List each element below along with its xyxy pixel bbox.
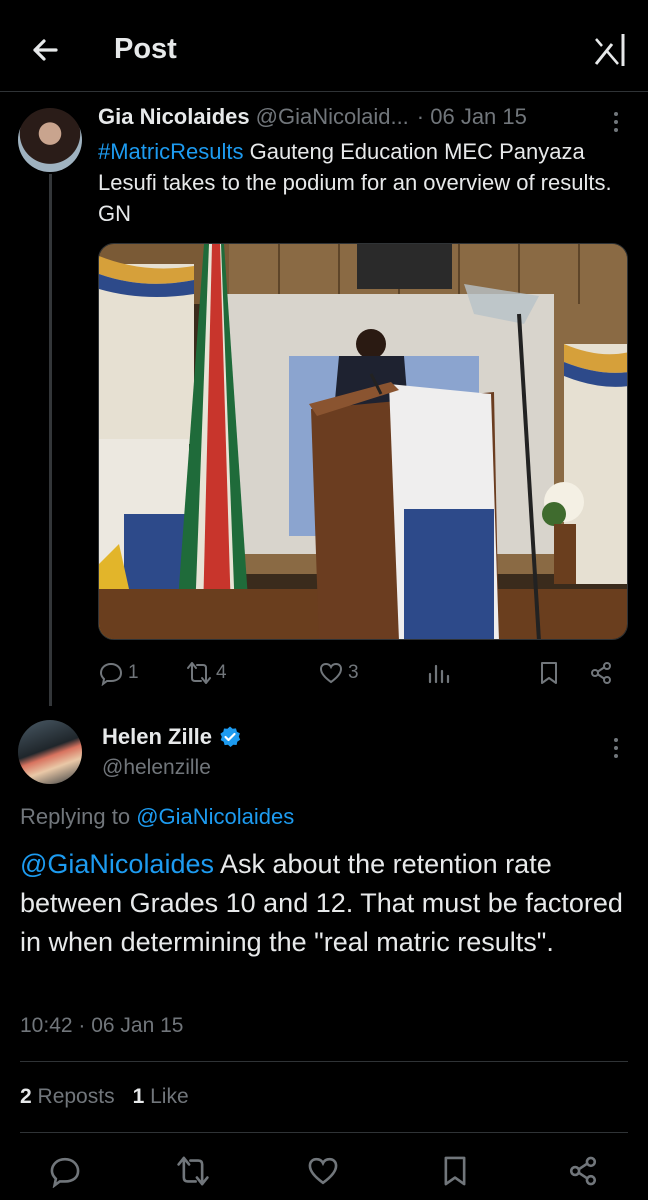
post-date: · 06 Jan 15 xyxy=(416,104,527,129)
bookmark-icon xyxy=(541,662,557,684)
post-image[interactable] xyxy=(98,243,628,640)
divider xyxy=(20,1132,628,1133)
post-header: Gia Nicolaides @GiaNicolaid... · 06 Jan … xyxy=(98,104,598,134)
podium-photo xyxy=(99,244,627,639)
share-button[interactable] xyxy=(588,656,614,690)
replying-to: Replying to @GiaNicolaides xyxy=(20,804,294,830)
reposts-label: Reposts xyxy=(37,1085,115,1108)
mention-link[interactable]: @GiaNicolaides xyxy=(20,849,214,879)
page-title: Post xyxy=(114,33,177,65)
author-handle[interactable]: @GiaNicolaid... xyxy=(256,104,409,130)
reply-count: 1 xyxy=(128,662,139,683)
avatar[interactable] xyxy=(18,720,82,784)
grok-icon[interactable] xyxy=(590,30,630,70)
bookmark-button[interactable] xyxy=(536,656,562,690)
more-options-icon[interactable] xyxy=(602,734,630,762)
post-text: @GiaNicolaides Ask about the retention r… xyxy=(20,845,630,962)
hashtag-link[interactable]: #MatricResults xyxy=(98,139,243,164)
share-icon xyxy=(591,662,611,684)
reply-icon xyxy=(99,662,123,686)
analytics-icon xyxy=(428,664,450,684)
views-button[interactable] xyxy=(426,656,452,690)
heart-icon xyxy=(319,662,343,684)
post-actions xyxy=(0,1148,648,1192)
repost-icon[interactable] xyxy=(176,1154,210,1188)
like-button[interactable]: 3 xyxy=(318,656,359,690)
bookmark-icon[interactable] xyxy=(438,1154,472,1188)
author-name-row: Helen Zille xyxy=(102,724,242,750)
author-handle[interactable]: @helenzille xyxy=(102,756,211,780)
reply-button[interactable]: 1 xyxy=(98,656,139,690)
likes-stat[interactable]: 1 Like xyxy=(133,1085,189,1108)
reposts-count: 2 xyxy=(20,1085,32,1108)
engagement-stats: 2 Reposts 1 Like xyxy=(20,1085,189,1109)
more-options-icon[interactable] xyxy=(602,108,630,136)
repost-icon xyxy=(187,662,211,684)
divider xyxy=(20,1061,628,1062)
avatar[interactable] xyxy=(18,108,82,172)
post-timestamp[interactable]: 10:42 · 06 Jan 15 xyxy=(20,1014,183,1038)
repost-count: 4 xyxy=(216,662,227,683)
likes-label: Like xyxy=(150,1085,189,1108)
top-bar: Post xyxy=(0,0,648,92)
likes-count: 1 xyxy=(132,1085,145,1108)
verified-badge-icon xyxy=(220,726,241,747)
reposts-stat[interactable]: 2 Reposts xyxy=(20,1085,115,1108)
repost-button[interactable]: 4 xyxy=(186,656,227,690)
post-text: #MatricResults Gauteng Education MEC Pan… xyxy=(98,136,618,229)
replying-to-link[interactable]: @GiaNicolaides xyxy=(136,804,294,829)
thread-connector xyxy=(49,174,52,706)
post-actions: 1 4 3 xyxy=(98,656,628,690)
author-name[interactable]: Helen Zille xyxy=(102,724,212,750)
reply-icon[interactable] xyxy=(48,1154,82,1188)
replying-prefix: Replying to xyxy=(20,804,137,829)
heart-icon[interactable] xyxy=(306,1154,340,1188)
arrow-left-icon[interactable] xyxy=(26,30,66,70)
like-count: 3 xyxy=(348,662,359,683)
share-icon[interactable] xyxy=(566,1154,600,1188)
author-name[interactable]: Gia Nicolaides xyxy=(98,104,250,130)
